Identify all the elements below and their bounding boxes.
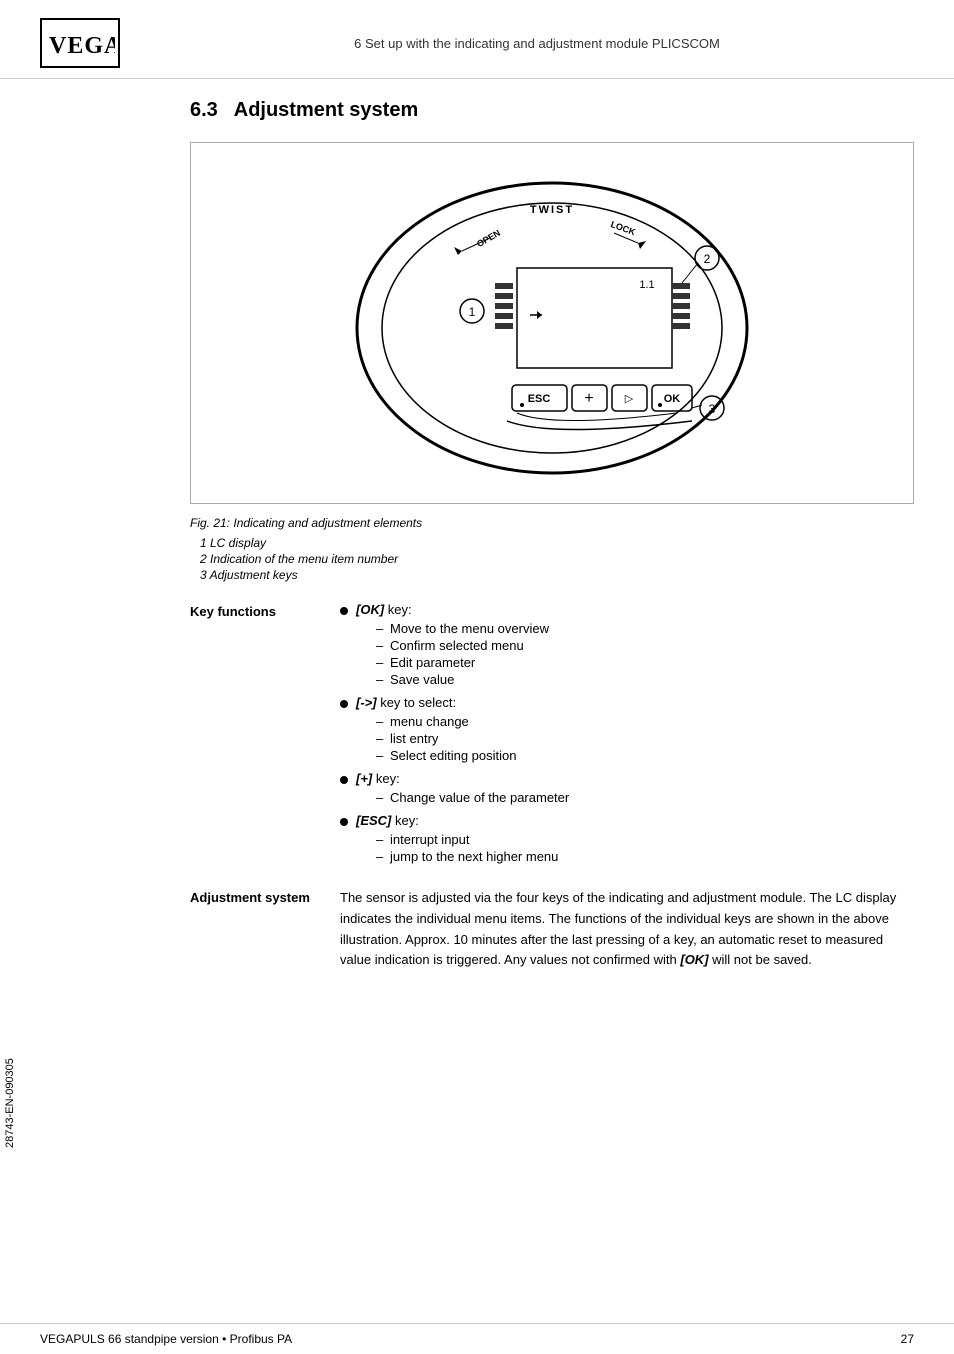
section-number: 6.3 [190, 99, 218, 121]
arrow-sub-3: Select editing position [376, 748, 914, 763]
ok-sub-4: Save value [376, 672, 914, 687]
page: VEGA 6 Set up with the indicating and ad… [0, 0, 954, 1354]
adjustment-system-content: The sensor is adjusted via the four keys… [340, 888, 914, 971]
key-functions-label: Key functions [190, 602, 340, 872]
svg-text:1: 1 [469, 305, 476, 319]
bullet-dot-arrow [340, 700, 348, 708]
svg-text:OK: OK [664, 393, 681, 405]
page-footer: VEGAPULS 66 standpipe version • Profibus… [0, 1323, 954, 1354]
adjustment-system-row: Adjustment system The sensor is adjusted… [190, 888, 914, 971]
figure-item-list: 1 LC display 2 Indication of the menu it… [190, 536, 914, 582]
arrow-sub-2: list entry [376, 731, 914, 746]
plus-sub-list: Change value of the parameter [356, 790, 914, 805]
svg-text:ESC: ESC [528, 393, 551, 405]
arrow-key-suffix: key to select: [377, 695, 456, 710]
ok-sub-2: Confirm selected menu [376, 638, 914, 653]
header-chapter: 6 Set up with the indicating and adjustm… [160, 36, 914, 51]
svg-text:TWIST: TWIST [530, 204, 574, 216]
arrow-sub-1: menu change [376, 714, 914, 729]
side-document-id: 28743-EN-090305 [4, 1058, 16, 1148]
bullet-dot-esc [340, 818, 348, 826]
key-plus-text: [+] key: Change value of the parameter [356, 771, 914, 807]
bullet-dot-ok [340, 607, 348, 615]
esc-sub-2: jump to the next higher menu [376, 849, 914, 864]
key-list: [OK] key: Move to the menu overview Conf… [340, 602, 914, 866]
bullet-dot-plus [340, 776, 348, 784]
key-esc-item: [ESC] key: interrupt input jump to the n… [340, 813, 914, 866]
ok-sub-3: Edit parameter [376, 655, 914, 670]
device-diagram: TWIST OPEN LOCK 1 2 [342, 163, 762, 483]
key-ok-text: [OK] key: Move to the menu overview Conf… [356, 602, 914, 689]
footer-product-name: VEGAPULS 66 standpipe version • Profibus… [40, 1332, 292, 1346]
key-plus-item: [+] key: Change value of the parameter [340, 771, 914, 807]
section-title: Adjustment system [234, 99, 419, 121]
arrow-sub-list: menu change list entry Select editing po… [356, 714, 914, 763]
ok-key-label: [OK] [356, 602, 384, 617]
key-functions-content: [OK] key: Move to the menu overview Conf… [340, 602, 914, 872]
ok-sub-list: Move to the menu overview Confirm select… [356, 621, 914, 687]
key-functions-row: Key functions [OK] key: Move to the menu… [190, 602, 914, 872]
plus-key-suffix: key: [372, 771, 399, 786]
footer-page-number: 27 [901, 1332, 914, 1346]
plus-key-label: [+] [356, 771, 372, 786]
key-ok-item: [OK] key: Move to the menu overview Conf… [340, 602, 914, 689]
fig-item-2: 2 Indication of the menu item number [200, 552, 914, 566]
left-spacer [40, 99, 190, 987]
esc-key-suffix: key: [391, 813, 418, 828]
esc-sub-list: interrupt input jump to the next higher … [356, 832, 914, 864]
svg-text:LOCK: LOCK [609, 219, 637, 237]
logo: VEGA [40, 18, 120, 68]
esc-key-label: [ESC] [356, 813, 391, 828]
svg-text:3: 3 [709, 402, 716, 416]
fig-item-3: 3 Adjustment keys [200, 568, 914, 582]
figure-container: TWIST OPEN LOCK 1 2 [190, 142, 914, 504]
key-arrow-text: [->] key to select: menu change list ent… [356, 695, 914, 765]
key-esc-text: [ESC] key: interrupt input jump to the n… [356, 813, 914, 866]
svg-text:2: 2 [704, 252, 711, 266]
fig-item-1: 1 LC display [200, 536, 914, 550]
svg-text:▷: ▷ [625, 393, 634, 405]
main-column: 6.3 Adjustment system TWIST OPEN [190, 99, 914, 987]
svg-text:1.1: 1.1 [639, 279, 654, 291]
esc-sub-1: interrupt input [376, 832, 914, 847]
section-heading: 6.3 Adjustment system [190, 99, 914, 122]
ok-sub-1: Move to the menu overview [376, 621, 914, 636]
page-header: VEGA 6 Set up with the indicating and ad… [0, 0, 954, 79]
adjustment-system-label: Adjustment system [190, 888, 340, 971]
figure-caption: Fig. 21: Indicating and adjustment eleme… [190, 516, 914, 530]
svg-text:+: + [584, 390, 593, 407]
key-arrow-item: [->] key to select: menu change list ent… [340, 695, 914, 765]
arrow-key-label: [->] [356, 695, 377, 710]
ok-key-suffix: key: [384, 602, 411, 617]
adjustment-system-text: The sensor is adjusted via the four keys… [340, 888, 914, 971]
svg-text:VEGA: VEGA [49, 33, 115, 59]
plus-sub-1: Change value of the parameter [376, 790, 914, 805]
page-content: 6.3 Adjustment system TWIST OPEN [0, 79, 954, 1007]
